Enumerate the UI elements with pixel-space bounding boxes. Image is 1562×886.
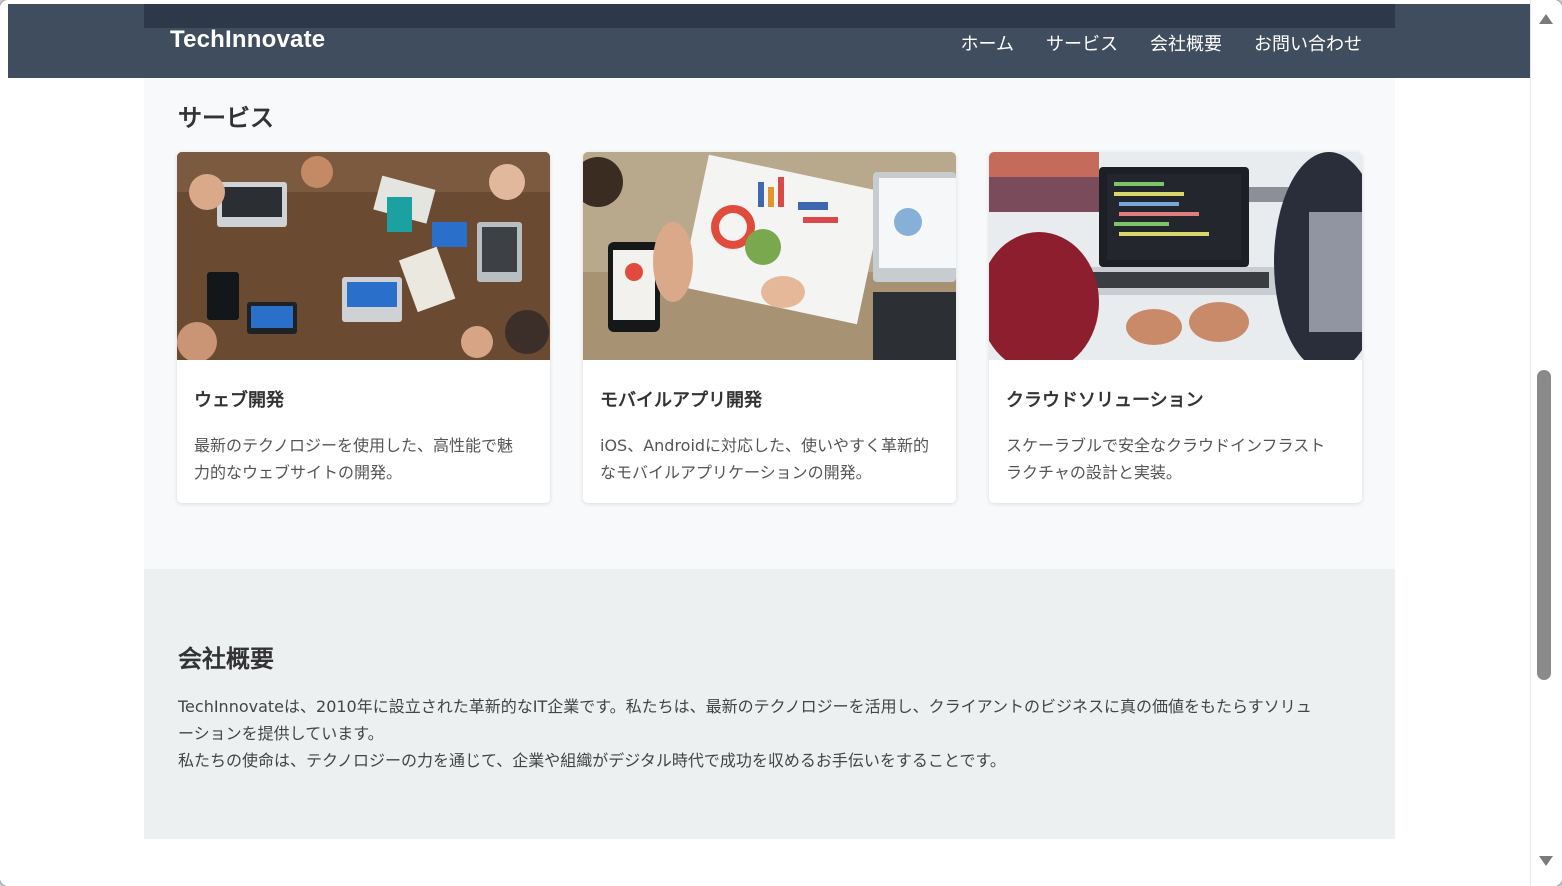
card-desc-line: ラクチャの設計と実装。 [1006, 463, 1182, 482]
card-description: 最新のテクノロジーを使用した、高性能で魅 力的なウェブサイトの開発。 [194, 432, 534, 486]
card-desc-line: 最新のテクノロジーを使用した、高性能で魅 [194, 436, 514, 455]
page-viewport: TechInnovate ホーム サービス 会社概要 お問い合わせ サービス ウ… [0, 0, 1530, 886]
card-desc-line: なモバイルアプリケーションの開発。 [600, 463, 872, 482]
card-description: スケーラブルで安全なクラウドインフラスト ラクチャの設計と実装。 [1006, 432, 1346, 486]
service-card-web[interactable]: ウェブ開発 最新のテクノロジーを使用した、高性能で魅 力的なウェブサイトの開発。 [177, 152, 550, 503]
browser-window: TechInnovate ホーム サービス 会社概要 お問い合わせ サービス ウ… [0, 0, 1562, 886]
about-text: TechInnovateは、2010年に設立された革新的なIT企業です。私たちは… [178, 693, 1358, 774]
service-card-cloud[interactable]: クラウドソリューション スケーラブルで安全なクラウドインフラスト ラクチャの設計… [989, 152, 1362, 503]
about-line: 私たちの使命は、テクノロジーの力を通じて、企業や組織がデジタル時代で成功を収める… [178, 751, 1006, 770]
card-title: クラウドソリューション [1006, 390, 1204, 411]
about-line: ーションを提供しています。 [178, 724, 384, 743]
card-desc-line: 力的なウェブサイトの開発。 [194, 463, 403, 482]
main-content: サービス ウェブ開発 最新のテクノロジーを使用した、高性能で魅 力的なウェブサイ… [144, 78, 1395, 886]
nav-link-services[interactable]: サービス [1046, 30, 1118, 56]
card-title: ウェブ開発 [194, 390, 284, 411]
services-section: サービス ウェブ開発 最新のテクノロジーを使用した、高性能で魅 力的なウェブサイ… [144, 78, 1395, 569]
card-desc-line: スケーラブルで安全なクラウドインフラスト [1006, 436, 1326, 455]
scroll-down-arrow-icon[interactable] [1539, 856, 1553, 866]
vertical-scrollbar[interactable] [1530, 0, 1562, 886]
phone-charts-photo [583, 152, 956, 360]
header-top-strip [144, 4, 1395, 28]
main-nav: ホーム サービス 会社概要 お問い合わせ [961, 30, 1362, 56]
about-section: 会社概要 TechInnovateは、2010年に設立された革新的なIT企業です… [144, 569, 1395, 839]
card-desc-line: iOS、Androidに対応した、使いやすく革新的 [600, 436, 930, 455]
about-title: 会社概要 [178, 645, 274, 673]
services-title: サービス [178, 104, 274, 132]
nav-link-home[interactable]: ホーム [961, 30, 1014, 56]
card-title: モバイルアプリ開発 [600, 390, 762, 411]
nav-link-contact[interactable]: お問い合わせ [1254, 30, 1362, 56]
page-below-area [144, 839, 1395, 886]
site-logo[interactable]: TechInnovate [170, 26, 325, 54]
scroll-up-arrow-icon[interactable] [1539, 14, 1553, 24]
team-laptops-table-photo [177, 152, 550, 360]
scrollbar-thumb[interactable] [1537, 370, 1551, 680]
laptop-code-photo [989, 152, 1362, 360]
service-cards: ウェブ開発 最新のテクノロジーを使用した、高性能で魅 力的なウェブサイトの開発。 [177, 152, 1362, 503]
nav-link-about[interactable]: 会社概要 [1150, 30, 1222, 56]
about-line: TechInnovateは、2010年に設立された革新的なIT企業です。私たちは… [178, 697, 1312, 716]
card-description: iOS、Androidに対応した、使いやすく革新的 なモバイルアプリケーションの… [600, 432, 940, 486]
service-card-mobile[interactable]: モバイルアプリ開発 iOS、Androidに対応した、使いやすく革新的 なモバイ… [583, 152, 956, 503]
